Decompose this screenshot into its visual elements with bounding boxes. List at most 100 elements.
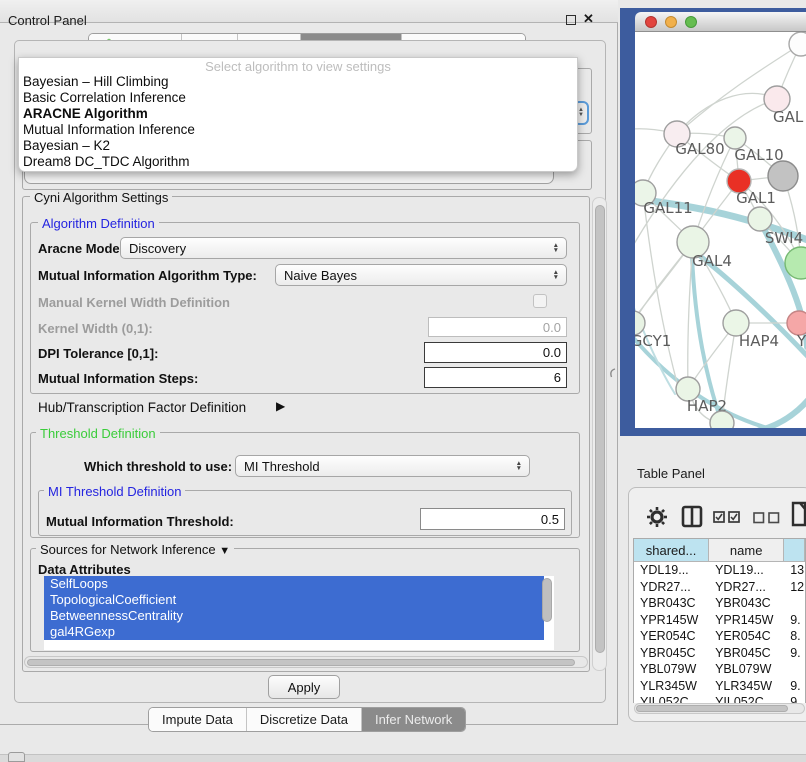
gear-icon[interactable] [646, 506, 668, 528]
table-cell: 9. [784, 678, 805, 695]
attribute-item-gal4rgexp[interactable]: gal4RGexp [44, 624, 544, 640]
network-canvas[interactable]: GALGAL80GAL10GAL1GAL11SWI4GAL4GCY1HAP4YH… [635, 32, 806, 428]
network-edge[interactable] [730, 394, 806, 428]
table-cell: YIL052C [634, 694, 709, 703]
tab-impute-data[interactable]: Impute Data [149, 708, 246, 731]
mi-threshold-field[interactable]: 0.5 [420, 508, 565, 530]
tab-label: Impute Data [162, 712, 233, 727]
table-cell: 9 [784, 694, 805, 703]
algorithm-item-bayesian-k2[interactable]: Bayesian – K2 [19, 138, 577, 154]
threshold-definition-title: Threshold Definition [36, 426, 160, 441]
table-hscrollbar[interactable] [634, 703, 805, 714]
node-gal4-label: GAL4 [692, 252, 732, 270]
node-bottom-green[interactable] [710, 411, 734, 428]
tab-discretize-data[interactable]: Discretize Data [246, 708, 361, 731]
table-cell: YPR145W [709, 612, 784, 629]
algorithm-dropdown-popup: Select algorithm to view settings Bayesi… [18, 57, 578, 172]
column-header-shared[interactable]: shared... [634, 539, 709, 562]
table-row[interactable]: YDL19...YDL19...13 [634, 562, 805, 579]
which-threshold-combo[interactable]: MI Threshold ▲▼ [235, 455, 530, 477]
node-partial-top[interactable] [789, 32, 806, 56]
attribute-item-betweennesscentrality[interactable]: BetweennessCentrality [44, 608, 544, 624]
settings-vscrollbar[interactable] [592, 197, 607, 671]
manual-kernel-checkbox[interactable] [533, 294, 547, 308]
column-header-name[interactable]: name [709, 539, 784, 562]
table-cell: YDL19... [709, 562, 784, 579]
network-window-titlebar[interactable] [635, 12, 806, 32]
algorithm-item-basic-correlation-inference[interactable]: Basic Correlation Inference [19, 90, 577, 106]
algorithm-item-aracne-algorithm[interactable]: ARACNE Algorithm [19, 106, 577, 122]
float-window-icon[interactable] [566, 15, 576, 25]
algorithm-item-bayesian-hill-climbing[interactable]: Bayesian – Hill Climbing [19, 74, 577, 90]
table-row[interactable]: YBL079WYBL079W [634, 661, 805, 678]
table-row[interactable]: YIL052CYIL052C9 [634, 694, 805, 703]
dpi-tolerance-field[interactable]: 0.0 [424, 342, 567, 363]
node-hap4-label: HAP4 [739, 332, 779, 350]
table-cell: YBL079W [634, 661, 709, 678]
attributes-scrollbar-thumb[interactable] [542, 578, 552, 622]
split-columns-icon[interactable] [681, 505, 703, 528]
checked-boxes-icon[interactable] [713, 511, 741, 524]
table-hscrollbar-thumb[interactable] [636, 705, 788, 712]
close-traffic-light[interactable] [645, 16, 657, 28]
table-cell: YDL19... [634, 562, 709, 579]
node-gal10-label: GAL10 [734, 146, 783, 164]
tab-infer-network[interactable]: Infer Network [361, 708, 465, 731]
table-row[interactable]: YBR043CYBR043C [634, 595, 805, 612]
attribute-item-selfloops[interactable]: SelfLoops [44, 576, 544, 592]
kernel-width-label: Kernel Width (0,1): [38, 321, 153, 336]
table-cell: YLR345W [634, 678, 709, 695]
manual-kernel-label: Manual Kernel Width Definition [38, 295, 230, 310]
zoom-traffic-light[interactable] [685, 16, 697, 28]
table-cell: YBR043C [709, 595, 784, 612]
minimize-traffic-light[interactable] [665, 16, 677, 28]
table-cell: YER054C [709, 628, 784, 645]
node-gray[interactable] [768, 161, 798, 191]
mi-type-combo[interactable]: Naive Bayes ▲▼ [275, 264, 567, 286]
table-row[interactable]: YBR045CYBR045C9. [634, 645, 805, 662]
mi-steps-label: Mutual Information Steps: [38, 371, 198, 386]
aracne-mode-combo[interactable]: Discovery ▲▼ [120, 237, 567, 259]
table-row[interactable]: YER054CYER054C8. [634, 628, 805, 645]
table-row[interactable]: YPR145WYPR145W9. [634, 612, 805, 629]
kernel-width-field[interactable]: 0.0 [428, 317, 567, 337]
table-header-row: shared...name [634, 539, 805, 562]
combo-stepper-icon: ▲▼ [553, 270, 559, 281]
node-swi4[interactable] [748, 207, 772, 231]
table-row[interactable]: YDR27...YDR27...12 [634, 579, 805, 596]
attribute-item-topologicalcoefficient[interactable]: TopologicalCoefficient [44, 592, 544, 608]
algorithm-item-mutual-information-inference[interactable]: Mutual Information Inference [19, 122, 577, 138]
table-cell: 12 [784, 579, 805, 596]
node-table[interactable]: shared...name YDL19...YDL19...13YDR27...… [633, 538, 806, 703]
table-cell: 13 [784, 562, 805, 579]
table-cell: YBR045C [634, 645, 709, 662]
hub-expander-label[interactable]: Hub/Transcription Factor Definition [38, 400, 246, 415]
expander-collapsed-icon[interactable]: ▶ [276, 399, 285, 413]
splitter-handle[interactable] [609, 368, 617, 378]
node-gal7-label: GAL [773, 108, 804, 126]
settings-hscrollbar[interactable] [24, 656, 588, 668]
settings-hscrollbar-thumb[interactable] [27, 659, 575, 666]
mi-steps-field[interactable]: 6 [424, 367, 567, 388]
algorithm-placeholder: Select algorithm to view settings [19, 58, 577, 74]
file-icon[interactable] [791, 500, 806, 527]
apply-button[interactable]: Apply [268, 675, 340, 699]
aracne-mode-value: Discovery [129, 241, 186, 256]
node-swi4-label: SWI4 [765, 229, 803, 247]
stepper-down-icon: ▼ [578, 113, 584, 118]
settings-vscrollbar-thumb[interactable] [595, 205, 605, 653]
combo-stepper-icon: ▲▼ [553, 243, 559, 254]
aracne-mode-label: Aracne Mode: [38, 241, 124, 256]
table-cell: 8. [784, 628, 805, 645]
bottom-left-partial-button[interactable] [8, 752, 25, 762]
algorithm-item-dream8-dc-tdc-algorithm[interactable]: Dream8 DC_TDC Algorithm [19, 154, 577, 170]
table-row[interactable]: YLR345WYLR345W9. [634, 678, 805, 695]
unchecked-boxes-icon[interactable] [753, 512, 781, 524]
sources-title[interactable]: Sources for Network Inference ▼ [36, 542, 234, 557]
data-attributes-list[interactable]: SelfLoopsTopologicalCoefficientBetweenne… [44, 576, 554, 650]
table-cell: YPR145W [634, 612, 709, 629]
close-icon[interactable]: ✕ [583, 11, 594, 27]
control-panel-titlebar[interactable] [0, 0, 618, 23]
tab-label: Infer Network [375, 712, 452, 727]
column-header-blank[interactable] [784, 539, 805, 562]
